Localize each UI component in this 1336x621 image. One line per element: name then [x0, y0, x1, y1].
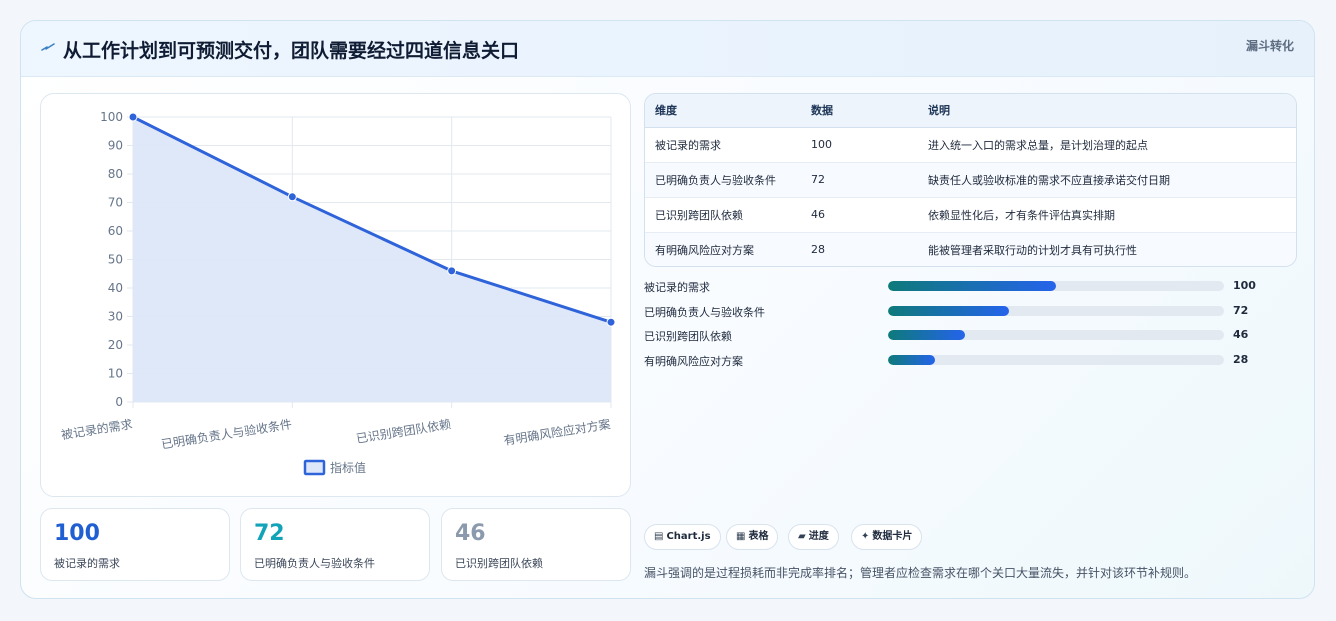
chart-type-tag: 漏斗转化 — [1245, 39, 1294, 53]
progress-fill — [888, 330, 966, 340]
chart-icon: ▤ — [654, 531, 664, 542]
x-tick-label: 已识别跨团队依赖 — [355, 416, 452, 446]
y-tick-label: 80 — [108, 167, 123, 181]
bolt-icon — [41, 43, 55, 51]
kpi-card-1: 100 被记录的需求 — [40, 508, 230, 581]
table-icon: ▦ — [736, 531, 746, 542]
progress-label: 有明确风险应对方案 — [644, 354, 743, 368]
progress-fill — [888, 281, 1056, 291]
progress-row: 已明确负责人与验收条件 72 — [644, 301, 1284, 326]
progress-track — [888, 354, 1224, 365]
y-tick-label: 40 — [108, 281, 123, 295]
page-title: 从工作计划到可预测交付，团队需要经过四道信息关口 — [63, 40, 520, 62]
table-cell: 缺责任人或验收标准的需求不应直接承诺交付日期 — [918, 162, 1296, 198]
table-cell: 100 — [801, 127, 918, 163]
column-header: 说明 — [918, 94, 1296, 128]
chip-label: 表格 — [748, 531, 769, 542]
progress-track — [888, 305, 1224, 316]
chip-label: 进度 — [808, 531, 829, 542]
kpi-card-3: 46 已识别跨团队依赖 — [441, 508, 631, 581]
card-header: 从工作计划到可预测交付，团队需要经过四道信息关口 漏斗转化 — [21, 21, 1314, 77]
table-cell: 有明确风险应对方案 — [645, 232, 801, 266]
progress-value: 100 — [1233, 279, 1256, 292]
x-tick-label: 有明确风险应对方案 — [502, 416, 611, 448]
progress-track — [888, 281, 1224, 291]
progress-fill — [888, 305, 1009, 316]
x-tick-label: 被记录的需求 — [60, 416, 133, 442]
kpi-value: 46 — [455, 521, 486, 546]
table-row: 已识别跨团队依赖 46 依赖显性化后，才有条件评估真实排期 — [645, 197, 1296, 233]
progress-list: 被记录的需求 100 已明确负责人与验收条件 72 已识别跨团队依赖 46 有明… — [644, 276, 1284, 374]
data-point — [606, 317, 616, 327]
y-tick-label: 0 — [115, 395, 123, 409]
progress-fill — [888, 354, 936, 365]
progress-icon: ▰ — [798, 531, 806, 542]
table-row: 已明确负责人与验收条件 72 缺责任人或验收标准的需求不应直接承诺交付日期 — [645, 162, 1296, 198]
column-header: 维度 — [645, 94, 801, 128]
chip-data-card[interactable]: ✦ 数据卡片 — [851, 524, 923, 550]
kpi-value: 72 — [254, 521, 285, 546]
footer-note: 漏斗强调的是过程损耗而非完成率排名；管理者应检查需求在哪个关口大量流失，并针对该… — [644, 566, 1197, 580]
table-row: 被记录的需求 100 进入统一入口的需求总量，是计划治理的起点 — [645, 127, 1296, 163]
table-cell: 已识别跨团队依赖 — [645, 197, 801, 233]
kpi-label: 被记录的需求 — [54, 557, 120, 570]
chip-label: 数据卡片 — [872, 531, 913, 542]
table-cell: 46 — [801, 197, 918, 233]
x-tick-label: 已明确负责人与验收条件 — [160, 416, 293, 451]
chart-svg: 0 10 20 30 40 50 60 70 80 90 100 被记录的需求 已明确负责人与验收条件 已… — [60, 110, 616, 476]
progress-label: 已识别跨团队依赖 — [644, 330, 732, 343]
progress-row: 被记录的需求 100 — [644, 276, 1284, 301]
table-cell: 28 — [801, 232, 918, 266]
funnel-line-chart: 0 10 20 30 40 50 60 70 80 90 100 被记录的需求 已明确负责人与验收条件 已… — [40, 93, 631, 497]
progress-value: 28 — [1233, 352, 1249, 366]
kpi-value: 100 — [54, 521, 100, 546]
progress-track — [888, 330, 1224, 340]
table-cell: 72 — [801, 162, 918, 198]
sparkle-icon: ✦ — [861, 531, 870, 542]
table-row: 有明确风险应对方案 28 能被管理者采取行动的计划才具有可执行性 — [645, 232, 1296, 266]
data-point — [287, 192, 297, 202]
y-tick-label: 30 — [108, 310, 123, 324]
y-tick-label: 100 — [100, 110, 123, 124]
table-cell: 已明确负责人与验收条件 — [645, 162, 801, 198]
kpi-card-2: 72 已明确负责人与验收条件 — [240, 508, 430, 581]
legend-label: 指标值 — [330, 460, 366, 475]
progress-value: 46 — [1233, 328, 1249, 341]
table-cell: 依赖显性化后，才有条件评估真实排期 — [918, 197, 1296, 233]
dashboard-card: 从工作计划到可预测交付，团队需要经过四道信息关口 漏斗转化 0 10 20 30 40 5… — [20, 20, 1315, 599]
column-header: 数据 — [801, 94, 918, 128]
chip-label: Chart.js — [666, 531, 711, 542]
data-table: 维度 数据 说明 被记录的需求 100 进入统一入口的需求总量，是计划治理的起点… — [644, 93, 1297, 267]
y-tick-label: 10 — [108, 367, 123, 381]
y-tick-label: 70 — [108, 196, 123, 210]
table-cell: 被记录的需求 — [645, 127, 801, 163]
kpi-label: 已识别跨团队依赖 — [455, 557, 543, 570]
progress-value: 72 — [1233, 303, 1249, 317]
data-point — [128, 112, 138, 122]
y-tick-label: 20 — [108, 338, 123, 352]
progress-label: 被记录的需求 — [644, 281, 710, 294]
table-cell: 进入统一入口的需求总量，是计划治理的起点 — [918, 127, 1296, 163]
y-tick-label: 90 — [108, 139, 123, 153]
progress-row: 已识别跨团队依赖 46 — [644, 325, 1284, 350]
legend-swatch — [303, 459, 326, 476]
kpi-label: 已明确负责人与验收条件 — [254, 557, 375, 570]
y-tick-label: 50 — [108, 253, 123, 267]
table-cell: 能被管理者采取行动的计划才具有可执行性 — [918, 232, 1296, 266]
progress-row: 有明确风险应对方案 28 — [644, 350, 1284, 375]
chip-progress[interactable]: ▰ 进度 — [788, 524, 839, 550]
chip-table[interactable]: ▦ 表格 — [726, 524, 779, 550]
y-tick-label: 60 — [108, 224, 123, 238]
data-point — [447, 266, 457, 276]
chip-chartjs[interactable]: ▤ Chart.js — [644, 524, 721, 550]
progress-label: 已明确负责人与验收条件 — [644, 305, 765, 319]
table-header-row: 维度 数据 说明 — [645, 94, 1296, 128]
